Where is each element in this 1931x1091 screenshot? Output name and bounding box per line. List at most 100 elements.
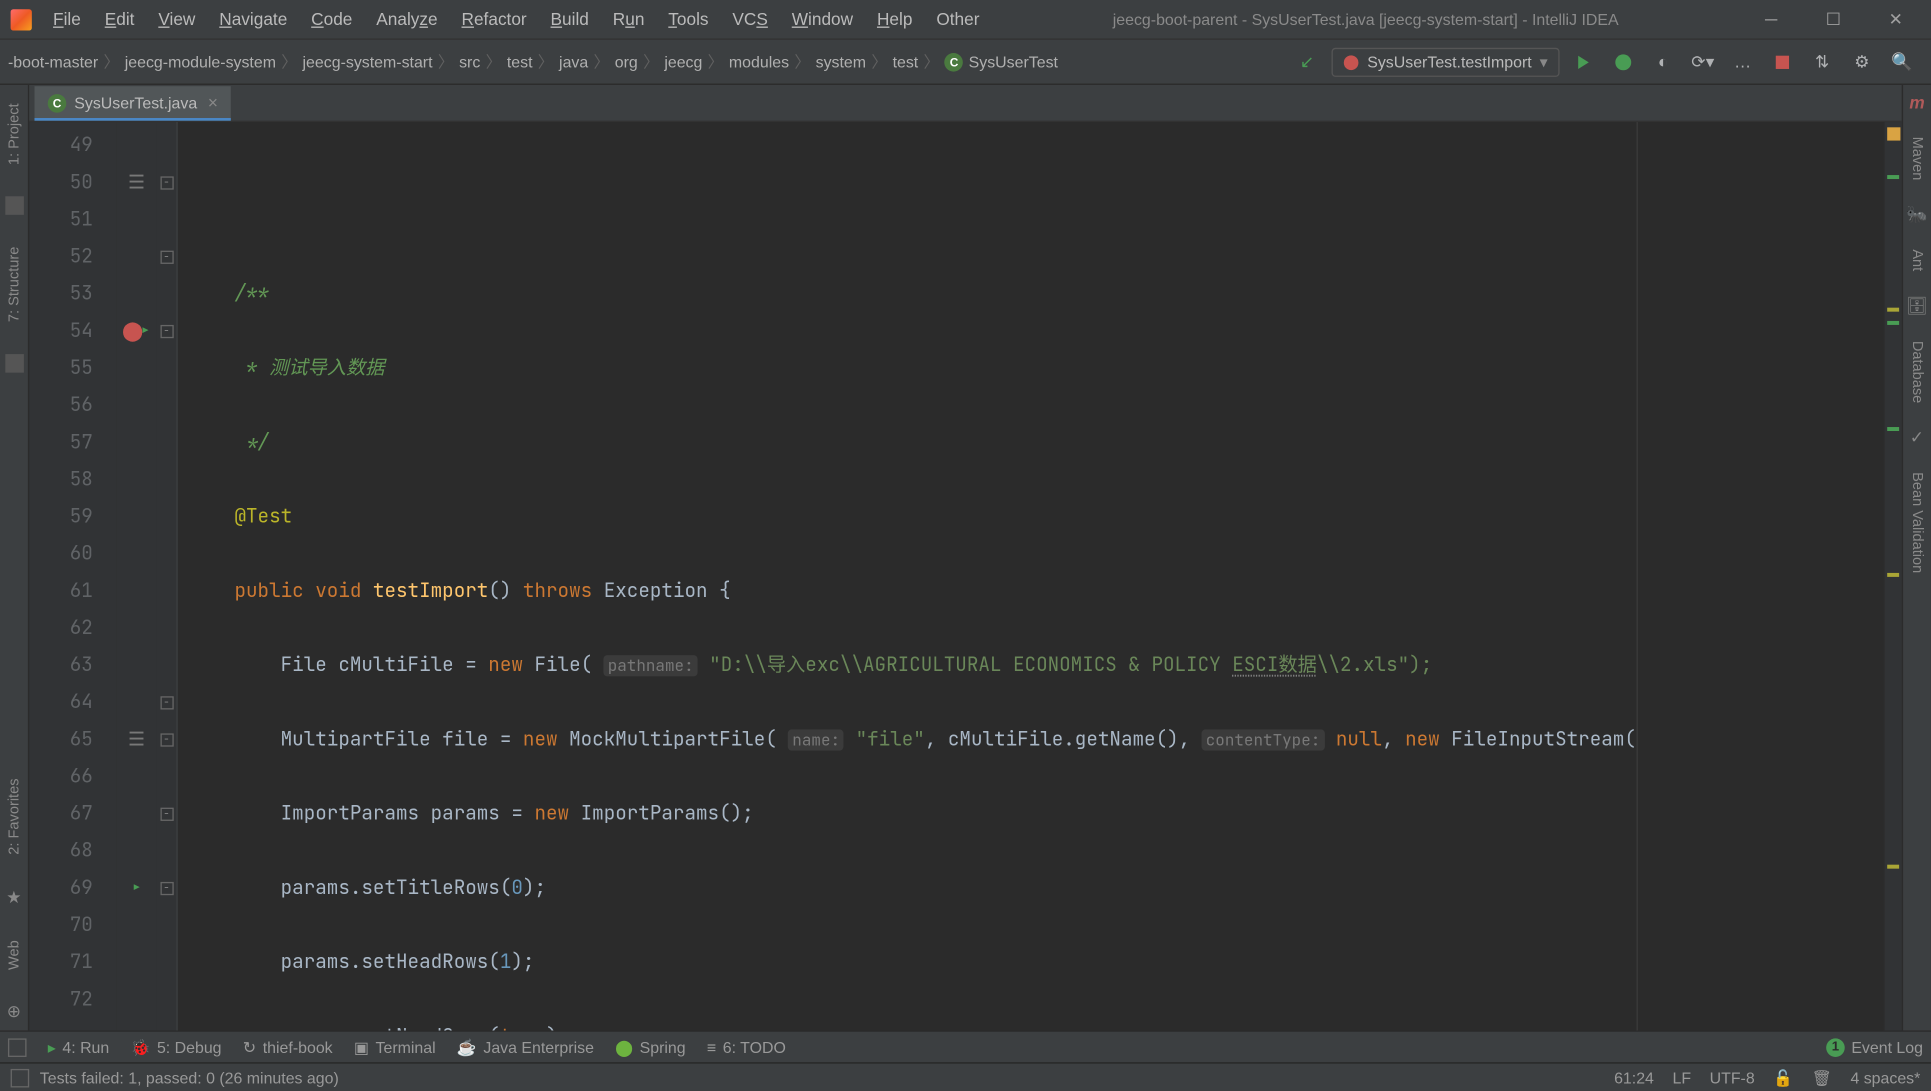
minimize-icon[interactable]: ─ xyxy=(1741,1,1801,38)
indent-info[interactable]: 4 spaces* xyxy=(1850,1068,1920,1087)
breadcrumb: -boot-master〉 jeecg-module-system〉 jeecg… xyxy=(5,50,1291,74)
fold-toggle-icon[interactable]: − xyxy=(160,733,173,746)
crumb-test[interactable]: test xyxy=(504,50,535,74)
menu-tools[interactable]: Tools xyxy=(658,4,719,35)
left-tool-strip: 1: Project 7: Structure 2: Favorites ★ W… xyxy=(0,85,29,1031)
stop-button[interactable] xyxy=(1766,46,1798,78)
tool-run[interactable]: ▸4: Run xyxy=(48,1038,110,1057)
structure-icon[interactable] xyxy=(5,355,24,374)
crumb-org[interactable]: org xyxy=(612,50,640,74)
tool-todo[interactable]: ≡6: TODO xyxy=(707,1038,786,1057)
database-icon[interactable]: 🗄 xyxy=(1906,295,1928,316)
menu-code[interactable]: Code xyxy=(301,4,363,35)
tool-bean-validation[interactable]: Bean Validation xyxy=(1909,466,1925,578)
tab-close-icon[interactable]: × xyxy=(208,93,218,113)
back-nav-icon[interactable]: ↙ xyxy=(1291,46,1323,78)
crumb-class[interactable]: CSysUserTest xyxy=(942,50,1061,74)
menu-view[interactable]: View xyxy=(148,4,206,35)
tool-debug[interactable]: 🐞5: Debug xyxy=(130,1038,221,1057)
fold-toggle-icon[interactable]: − xyxy=(160,882,173,895)
menu-refactor[interactable]: Refactor xyxy=(451,4,537,35)
coverage-button[interactable]: ◐ xyxy=(1647,46,1679,78)
ant-icon[interactable]: 🐜 xyxy=(1906,204,1927,225)
tool-terminal[interactable]: ▣Terminal xyxy=(354,1038,436,1057)
tool-favorites[interactable]: 2: Favorites xyxy=(6,773,22,860)
crumb-src[interactable]: src xyxy=(456,50,483,74)
bug-icon xyxy=(1615,54,1631,70)
tool-maven[interactable]: Maven xyxy=(1909,131,1925,185)
fold-toggle-icon[interactable]: − xyxy=(160,808,173,821)
git-update-icon[interactable]: ⇅ xyxy=(1806,46,1838,78)
line-separator[interactable]: LF xyxy=(1672,1068,1691,1087)
crumb-module[interactable]: jeecg-module-system xyxy=(122,50,279,74)
code-content[interactable]: /** * 测试导入数据 */ @Test public void testIm… xyxy=(178,122,1883,1030)
menu-navigate[interactable]: Navigate xyxy=(209,4,298,35)
search-icon[interactable]: 🔍 xyxy=(1886,46,1918,78)
menu-run[interactable]: Run xyxy=(602,4,655,35)
menu-vcs[interactable]: VCS xyxy=(722,4,779,35)
close-icon[interactable]: ✕ xyxy=(1866,1,1926,38)
tool-thief[interactable]: ↻thief-book xyxy=(243,1038,333,1057)
code-editor[interactable]: 49505152 53545556 57585960 61626364 6566… xyxy=(29,122,1902,1030)
crumb-start[interactable]: jeecg-system-start xyxy=(300,50,435,74)
file-encoding[interactable]: UTF-8 xyxy=(1710,1068,1755,1087)
main-menu: File Edit View Navigate Code Analyze Ref… xyxy=(42,4,990,35)
run-button[interactable] xyxy=(1568,46,1600,78)
run-test-icon-2[interactable]: ▸ xyxy=(117,870,157,907)
bookmark-icon[interactable]: ☰ xyxy=(117,164,157,201)
tool-window-icon[interactable] xyxy=(8,1038,27,1057)
menu-file[interactable]: File xyxy=(42,4,91,35)
fold-toggle-icon[interactable]: − xyxy=(160,176,173,189)
menu-window[interactable]: Window xyxy=(781,4,864,35)
test-fail-icon: ⬤ xyxy=(1343,53,1359,70)
fold-gutter: − − − − − − − xyxy=(156,122,177,1030)
fold-toggle-icon[interactable]: − xyxy=(160,696,173,709)
tool-javaee[interactable]: ☕Java Enterprise xyxy=(457,1038,594,1057)
crumb-jeecg[interactable]: jeecg xyxy=(662,50,705,74)
settings-icon[interactable]: ⚙ xyxy=(1846,46,1878,78)
code-text: \\2.xls"); xyxy=(1317,652,1432,677)
menu-edit[interactable]: Edit xyxy=(94,4,145,35)
fold-toggle-icon[interactable]: − xyxy=(160,251,173,264)
tab-sysusertest[interactable]: C SysUserTest.java × xyxy=(34,86,231,120)
caret-position[interactable]: 61:24 xyxy=(1614,1068,1654,1087)
bean-validation-icon[interactable]: ✓ xyxy=(1910,427,1924,448)
code-text: public void xyxy=(188,578,373,603)
error-stripe[interactable] xyxy=(1883,122,1902,1030)
event-log[interactable]: 1 Event Log xyxy=(1826,1038,1923,1057)
star-icon[interactable]: ★ xyxy=(6,887,21,908)
crumb-java[interactable]: java xyxy=(556,50,591,74)
fold-toggle-icon[interactable]: − xyxy=(160,325,173,338)
debug-button[interactable] xyxy=(1607,46,1639,78)
tool-structure[interactable]: 7: Structure xyxy=(6,242,22,328)
folder-icon[interactable] xyxy=(5,197,24,216)
run-config-selector[interactable]: ⬤ SysUserTest.testImport ▾ xyxy=(1331,47,1560,76)
profile-button[interactable]: ⟳▾ xyxy=(1687,46,1719,78)
tool-database[interactable]: Database xyxy=(1909,335,1925,408)
bookmark-icon-2[interactable]: ☰ xyxy=(117,721,157,758)
crumb-testpkg[interactable]: test xyxy=(890,50,921,74)
crumb-system[interactable]: system xyxy=(813,50,869,74)
readonly-toggle-icon[interactable]: 🔓 xyxy=(1773,1068,1793,1087)
crumb-root[interactable]: -boot-master xyxy=(5,50,101,74)
tool-web[interactable]: Web xyxy=(6,934,22,974)
menu-build[interactable]: Build xyxy=(540,4,600,35)
mem-indicator-icon[interactable]: 🗑 xyxy=(1812,1068,1832,1087)
menu-analyze[interactable]: Analyze xyxy=(366,4,449,35)
run-test-icon[interactable]: ⬤▸ xyxy=(117,313,157,350)
bottom-tool-bar: ▸4: Run 🐞5: Debug ↻thief-book ▣Terminal … xyxy=(0,1030,1931,1062)
maven-icon[interactable]: m xyxy=(1909,93,1924,113)
tool-ant[interactable]: Ant xyxy=(1909,244,1925,277)
test-status-text: Tests failed: 1, passed: 0 (26 minutes a… xyxy=(40,1068,339,1087)
maximize-icon[interactable]: ☐ xyxy=(1804,1,1864,38)
status-tool-icon[interactable] xyxy=(11,1068,30,1087)
menu-help[interactable]: Help xyxy=(866,4,923,35)
menu-other[interactable]: Other xyxy=(926,4,990,35)
tool-project[interactable]: 1: Project xyxy=(6,98,22,170)
web-icon[interactable]: ⊕ xyxy=(7,1001,21,1022)
attach-button[interactable]: … xyxy=(1727,46,1759,78)
tool-spring[interactable]: ⬤Spring xyxy=(615,1038,685,1057)
code-text: */ xyxy=(188,430,269,455)
crumb-modules[interactable]: modules xyxy=(726,50,791,74)
toolbar-right: ↙ ⬤ SysUserTest.testImport ▾ ◐ ⟳▾ … ⇅ ⚙ … xyxy=(1291,46,1925,78)
